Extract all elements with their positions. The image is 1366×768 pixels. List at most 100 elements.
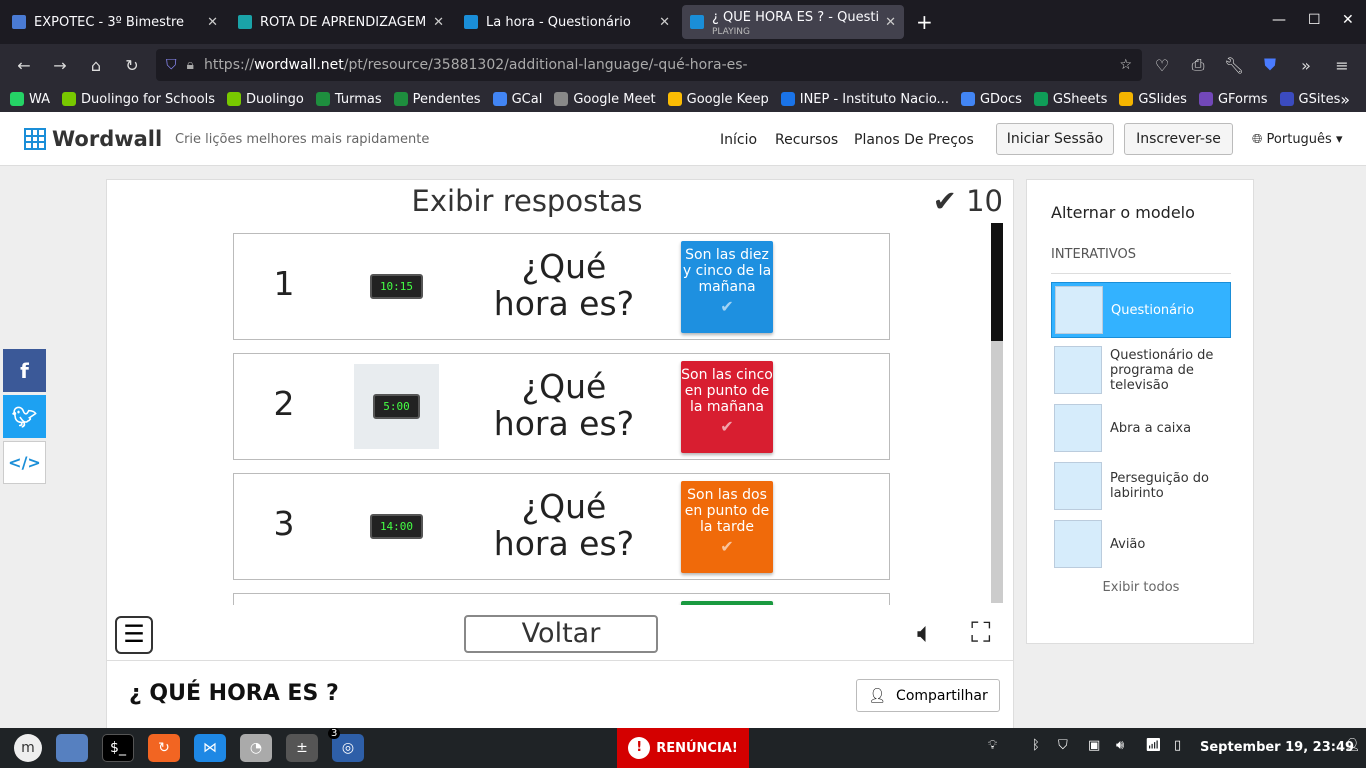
row-number: 2 — [273, 384, 295, 423]
bookmark-item[interactable]: GSites — [1279, 92, 1340, 107]
tab-expotec[interactable]: EXPOTEC - 3º Bimestre ✕ — [4, 5, 226, 39]
language-selector[interactable]: 🌐︎ Português ▾ — [1252, 132, 1343, 147]
clock[interactable]: September 19, 23:49 — [1200, 740, 1354, 755]
back-icon[interactable]: ← — [6, 56, 42, 75]
close-window-icon[interactable]: ✕ — [1342, 12, 1354, 28]
score: ✔ 10 — [932, 184, 1003, 218]
calculator-icon[interactable]: ± — [286, 734, 318, 762]
bookmark-item[interactable]: GSlides — [1119, 92, 1187, 107]
share-button[interactable]: 👤︎ Compartilhar — [856, 679, 1000, 712]
bookmark-item[interactable]: Google Keep — [667, 92, 769, 107]
home-icon[interactable]: ⌂ — [78, 56, 114, 75]
close-tab-icon[interactable]: ✕ — [885, 15, 896, 30]
template-option[interactable]: Questionário de programa de televisão — [1051, 342, 1231, 398]
bookmark-item[interactable]: WA — [10, 92, 50, 107]
signup-button[interactable]: Inscrever-se — [1124, 123, 1233, 155]
menu-button[interactable]: ☰ — [115, 616, 153, 654]
template-option[interactable]: Avião — [1051, 516, 1231, 572]
wordwall-logo[interactable]: Wordwall — [24, 127, 162, 151]
site-header: Wordwall Crie lições melhores mais rapid… — [0, 112, 1366, 166]
mint-menu-icon[interactable]: m — [14, 734, 42, 762]
fullscreen-icon[interactable]: ⛶ — [971, 616, 991, 650]
new-tab-icon[interactable]: + — [916, 10, 933, 34]
scrollbar[interactable] — [991, 223, 1003, 603]
user-icon: 👤︎ — [868, 687, 887, 704]
wifi-icon[interactable]: 📶︎ — [1145, 738, 1162, 753]
bookmarks-overflow-icon[interactable]: » — [1340, 90, 1350, 109]
forward-icon[interactable]: → — [42, 56, 78, 75]
window-count-badge: 3 — [328, 728, 341, 739]
wordwall-favicon-icon — [464, 15, 478, 29]
bookmark-favicon-icon — [960, 92, 975, 106]
answer-list[interactable]: 1 10:15 ¿Qué hora es? Son las diez y cin… — [233, 233, 890, 605]
bookmark-favicon-icon — [1198, 92, 1213, 106]
menu-icon[interactable]: ≡ — [1324, 56, 1360, 75]
close-tab-icon[interactable]: ✕ — [433, 15, 444, 30]
show-all-link[interactable]: Exibir todos — [1027, 580, 1255, 595]
bookmark-item[interactable]: Duolingo for Schools — [62, 92, 215, 107]
answer-row: 1 10:15 ¿Qué hora es? Son las diez y cin… — [233, 233, 890, 340]
check-icon: ✔ — [720, 537, 734, 556]
embed-button[interactable]: </> — [3, 441, 46, 484]
minimize-icon[interactable]: — — [1272, 12, 1286, 28]
volume-icon[interactable]: 🔈︎ — [917, 616, 934, 650]
maximize-icon[interactable]: ☐ — [1308, 12, 1321, 28]
bitwarden-icon[interactable]: ⛊ — [1252, 55, 1288, 75]
resignation-alert[interactable]: ! RENÚNCIA! — [617, 728, 749, 768]
firefox-icon[interactable]: ↻ — [148, 734, 180, 762]
terminal-icon[interactable]: $_ — [102, 734, 134, 762]
lightbulb-icon[interactable]: 💡︎ — [988, 738, 997, 753]
volume-tray-icon[interactable]: 🔊︎ — [1116, 738, 1124, 753]
login-button[interactable]: Iniciar Sessão — [996, 123, 1114, 155]
bookmark-item[interactable]: Google Meet — [554, 92, 656, 107]
twitter-share-button[interactable]: 🐦︎ — [3, 395, 46, 438]
answer-card: Son las diez y cinco de la mañana ✔ — [681, 241, 773, 333]
reload-icon[interactable]: ↻ — [114, 56, 150, 75]
bookmark-star-icon[interactable]: ☆ — [1119, 57, 1132, 73]
user-tray-icon[interactable]: 👤︎ — [1344, 738, 1361, 753]
overflow-icon[interactable]: » — [1288, 56, 1324, 75]
tab-la-hora[interactable]: La hora - Questionário ✕ — [456, 5, 678, 39]
bookmark-favicon-icon — [667, 92, 682, 106]
bookmark-favicon-icon — [780, 92, 795, 106]
tab-rota[interactable]: ROTA DE APRENDIZAGEM 2 ✕ — [230, 5, 452, 39]
wrench-icon[interactable]: 🔧︎ — [1216, 56, 1252, 75]
close-tab-icon[interactable]: ✕ — [207, 15, 218, 30]
template-option[interactable]: Abra a caixa — [1051, 400, 1231, 456]
bookmark-item[interactable]: GForms — [1198, 92, 1268, 107]
pocket-icon[interactable]: ♡ — [1144, 56, 1180, 75]
nav-inicio[interactable]: Início — [720, 132, 757, 148]
bookmark-favicon-icon — [492, 92, 507, 106]
vscode-icon[interactable]: ⋈ — [194, 734, 226, 762]
battery-icon[interactable]: ▯ — [1174, 738, 1181, 753]
bookmark-item[interactable]: GCal — [492, 92, 542, 107]
nav-bar: ← → ⌂ ↻ ⛉ 🔒︎ https://wordwall.net/pt/res… — [0, 44, 1366, 86]
classroom-favicon-icon — [12, 15, 26, 29]
bookmark-item[interactable]: GSheets — [1033, 92, 1107, 107]
print-icon[interactable]: ⎙ — [1180, 55, 1216, 75]
template-option[interactable]: Questionário — [1051, 282, 1231, 338]
tab-que-hora-es[interactable]: ¿ QUÉ HORA ES ? - QuestionárioPLAYING✕ — [682, 5, 904, 39]
shield-tray-icon[interactable]: ⛉ — [1058, 738, 1068, 753]
facebook-share-button[interactable]: f — [3, 349, 46, 392]
nav-planos[interactable]: Planos De Preços — [854, 132, 974, 148]
bookmark-item[interactable]: Pendentes — [393, 92, 481, 107]
template-option[interactable]: Perseguição do labirinto — [1051, 458, 1231, 514]
back-button[interactable]: Voltar — [464, 615, 658, 653]
bookmark-item[interactable]: Duolingo — [227, 92, 304, 107]
check-icon: ✔ — [720, 417, 734, 436]
bluetooth-icon[interactable]: ᛒ — [1032, 738, 1040, 753]
nav-recursos[interactable]: Recursos — [775, 132, 838, 148]
disk-icon[interactable]: ◔ — [240, 734, 272, 762]
game-title: Exibir respostas — [411, 184, 643, 218]
files-icon[interactable] — [56, 734, 88, 762]
bookmark-item[interactable]: GDocs — [960, 92, 1022, 107]
close-tab-icon[interactable]: ✕ — [659, 15, 670, 30]
bookmark-item[interactable]: INEP - Instituto Nacio... — [780, 92, 949, 107]
bookmark-item[interactable]: Turmas — [315, 92, 382, 107]
update-icon[interactable]: ▣ — [1088, 738, 1100, 753]
address-bar[interactable]: ⛉ 🔒︎ https://wordwall.net/pt/resource/35… — [156, 49, 1142, 81]
screenshot-icon[interactable]: ◎ 3 — [328, 728, 364, 762]
row-number: 3 — [273, 504, 295, 543]
bookmark-favicon-icon — [227, 92, 241, 106]
